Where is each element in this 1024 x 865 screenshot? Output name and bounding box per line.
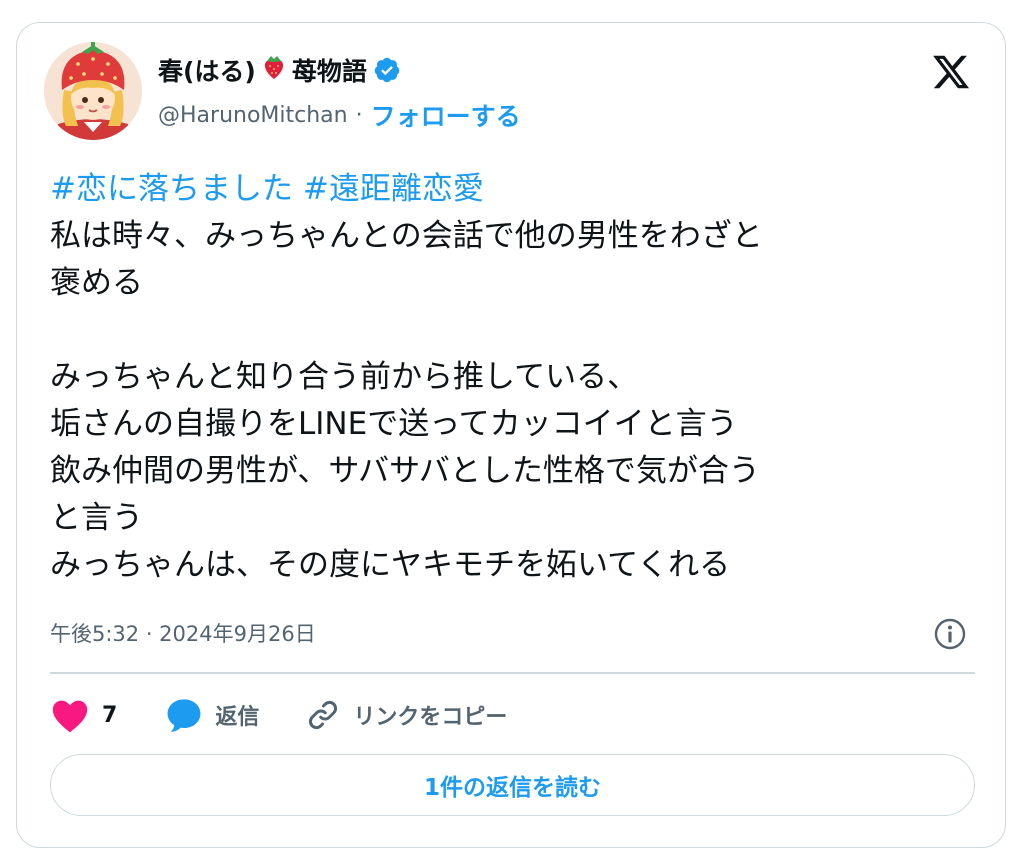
x-logo-icon[interactable] xyxy=(930,52,972,92)
info-icon[interactable] xyxy=(933,617,967,651)
like-button[interactable]: 7 xyxy=(50,697,117,733)
tweet-body: 私は時々、みっちゃんとの会話で他の男性をわざと 褒める みっちゃんと知り合う前か… xyxy=(50,218,763,583)
reply-bubble-icon xyxy=(167,699,201,732)
author-name-suffix: 苺物語 xyxy=(291,57,367,86)
link-icon xyxy=(309,701,338,729)
copy-link-button[interactable]: リンクをコピー xyxy=(305,697,507,733)
tweet-timestamp[interactable]: 午後5:32 · 2024年9月26日 xyxy=(50,618,316,648)
author-handle[interactable]: @HarunoMitchan xyxy=(158,103,348,128)
follow-button[interactable]: フォローする xyxy=(371,97,521,133)
hashtag-link[interactable]: #恋に落ちました xyxy=(50,171,293,207)
author-handle-row: @HarunoMitchan · フォローする xyxy=(158,97,521,133)
avatar[interactable] xyxy=(44,42,142,140)
read-replies-label: 1件の返信を読む xyxy=(423,775,601,801)
copy-link-label: リンクをコピー xyxy=(353,705,508,730)
like-count: 7 xyxy=(102,702,118,728)
author-name-row[interactable]: 春(はる) 苺物語 xyxy=(158,52,401,88)
divider xyxy=(50,672,975,674)
hashtag-link[interactable]: #遠距離恋愛 xyxy=(303,171,484,207)
read-replies-button[interactable]: 1件の返信を読む xyxy=(50,754,975,816)
author-display-name: 春(はる) xyxy=(158,57,256,86)
avatar-illustration xyxy=(44,42,142,140)
verified-badge-icon xyxy=(373,56,401,84)
heart-icon xyxy=(52,700,88,733)
reply-button[interactable]: 返信 xyxy=(165,697,259,733)
reply-label: 返信 xyxy=(215,705,260,730)
action-bar: 7 返信 リンクをコピー xyxy=(50,694,507,736)
strawberry-emoji xyxy=(262,54,286,86)
separator-dot: · xyxy=(355,102,363,128)
tweet-text: #恋に落ちました #遠距離恋愛 私は時々、みっちゃんとの会話で他の男性をわざと … xyxy=(50,166,970,589)
